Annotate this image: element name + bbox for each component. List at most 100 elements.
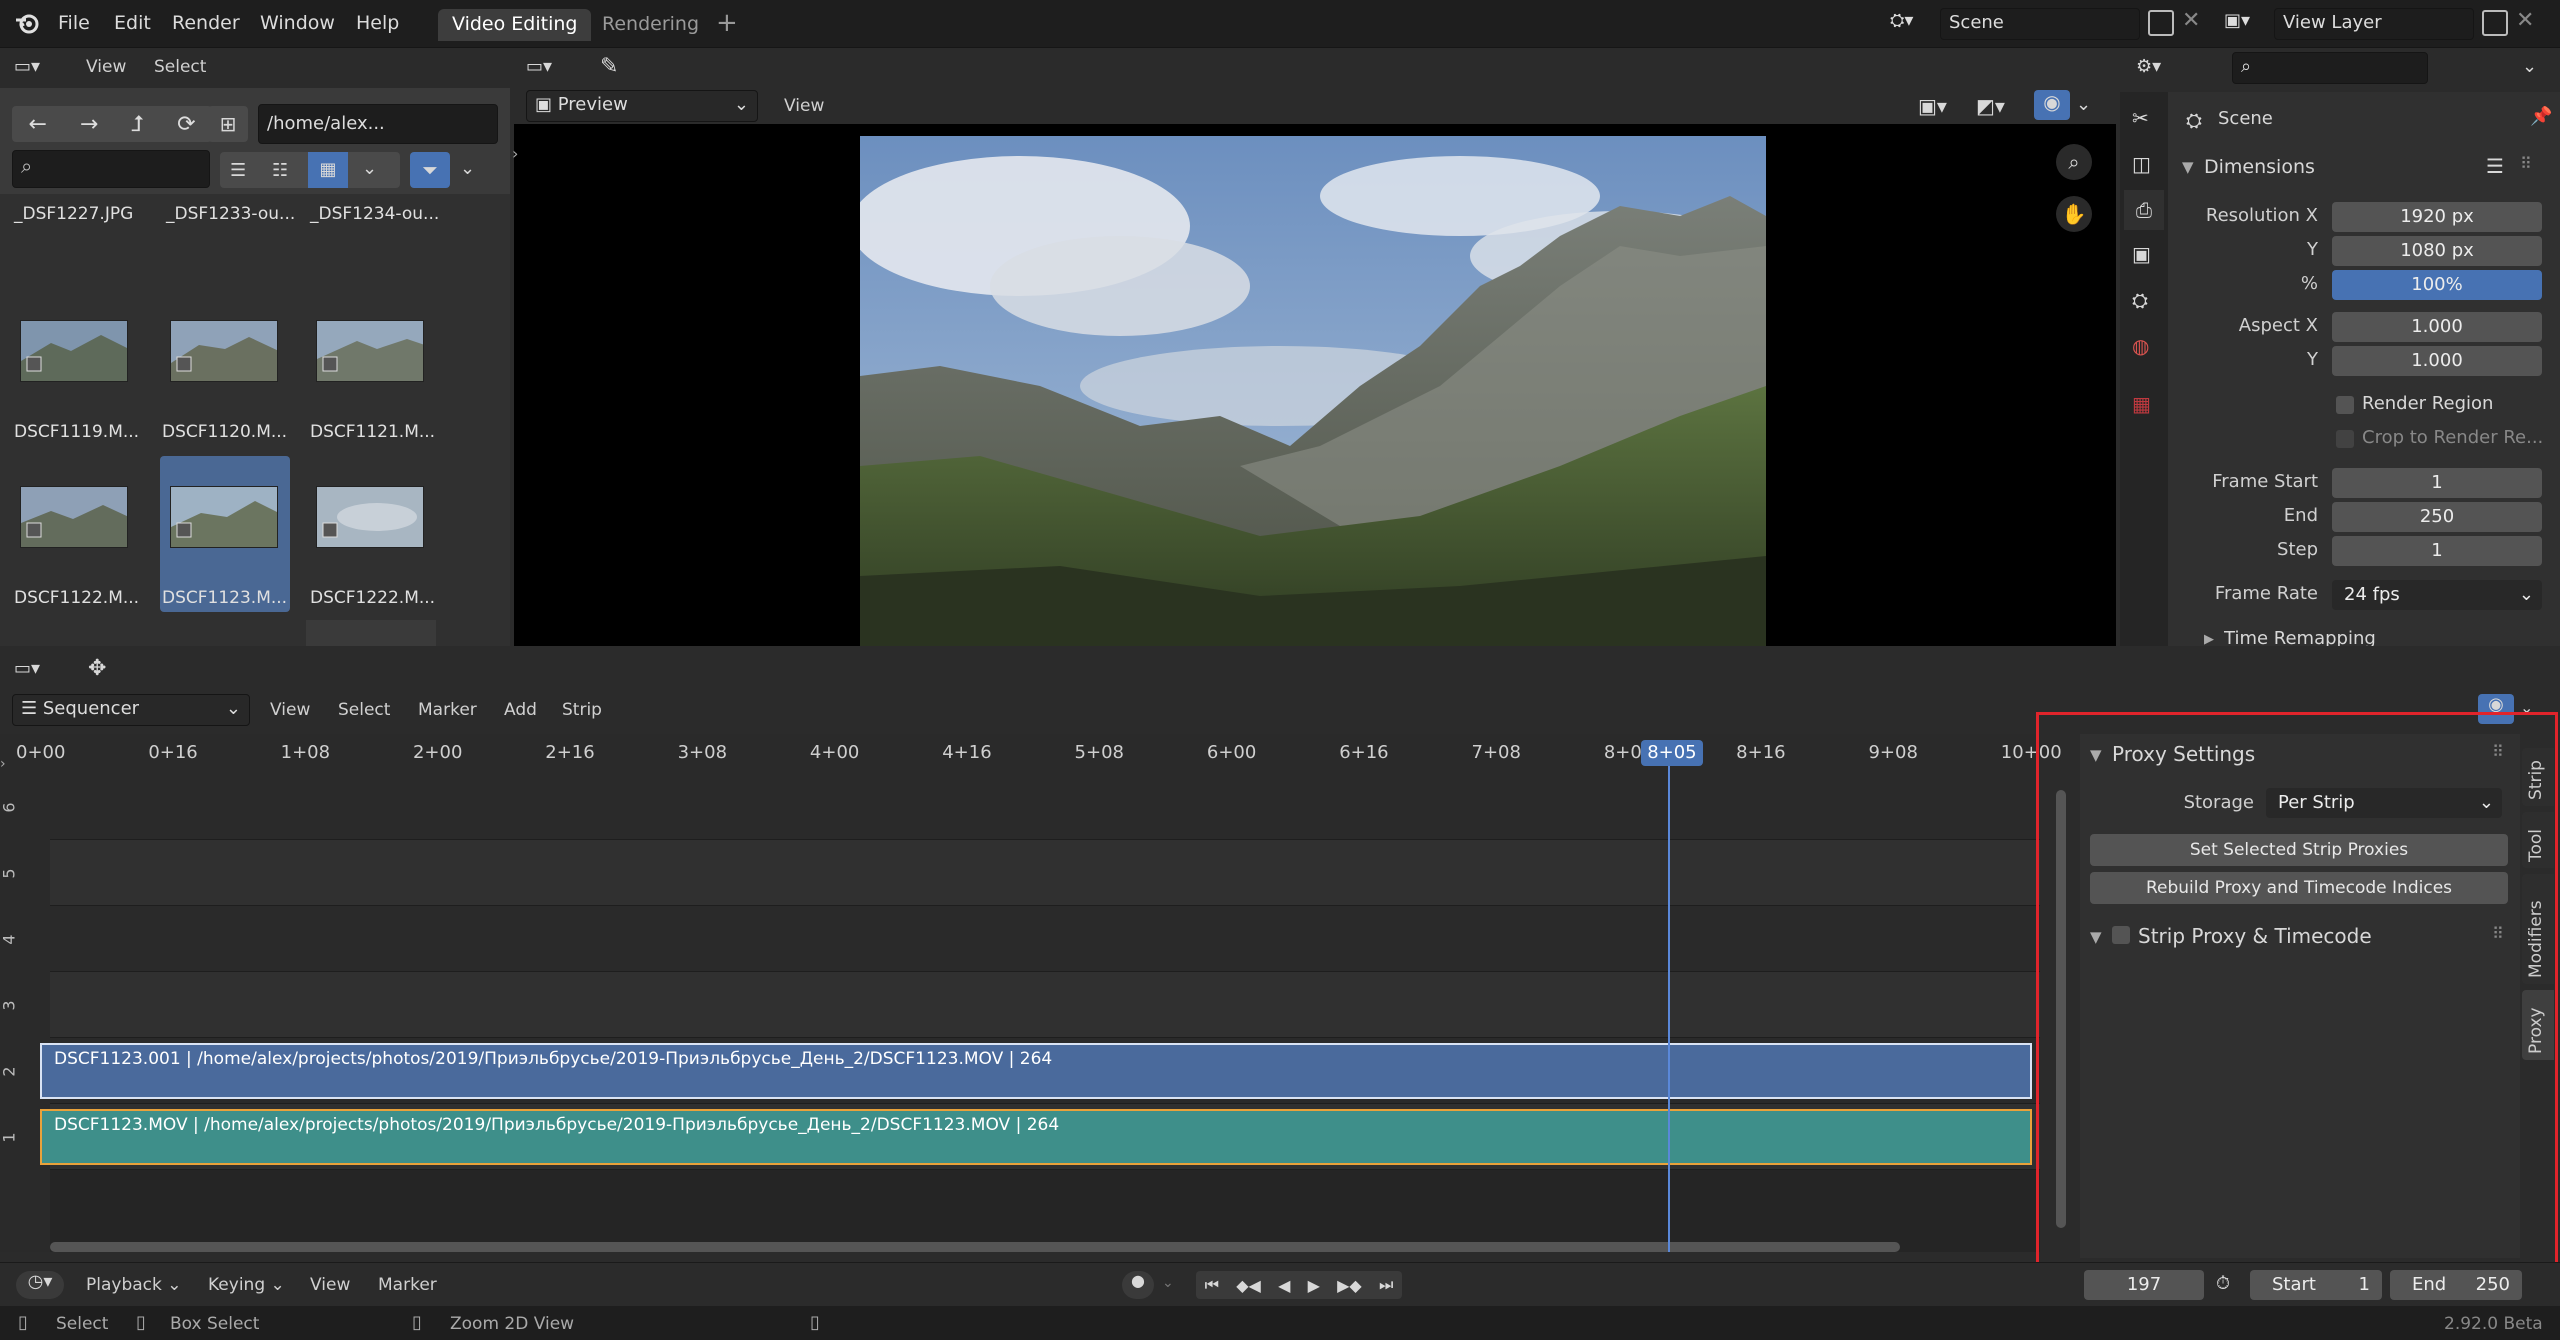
menu-file[interactable]: File bbox=[58, 12, 90, 34]
record-options-chevron-icon[interactable]: ⌄ bbox=[1162, 1275, 1174, 1291]
file-item-label[interactable]: DSCF1123.M... bbox=[162, 588, 287, 608]
new-view-layer-icon[interactable] bbox=[2482, 10, 2508, 36]
presets-icon[interactable]: ☰ bbox=[2486, 154, 2504, 178]
sidebar-toggle-icon[interactable]: › bbox=[512, 144, 518, 163]
display-settings-chevron-icon[interactable]: ⌄ bbox=[362, 158, 377, 179]
timeline-menu-marker[interactable]: Marker bbox=[378, 1275, 437, 1295]
view-layer-field[interactable]: View Layer bbox=[2274, 8, 2474, 40]
resolution-percent-field[interactable]: 100% bbox=[2332, 270, 2542, 300]
tab-video-editing[interactable]: Video Editing bbox=[438, 9, 592, 41]
toolbar-toggle-icon[interactable]: › bbox=[0, 756, 6, 772]
file-item-label[interactable]: DSCF1222.M... bbox=[310, 588, 435, 608]
menu-window[interactable]: Window bbox=[260, 12, 335, 34]
display-channels-icon[interactable]: ▣▾ bbox=[1918, 94, 1947, 118]
overlay-chevron-icon[interactable]: ⌄ bbox=[2076, 94, 2091, 115]
render-tab-icon[interactable]: ◫ bbox=[2132, 152, 2151, 176]
scene-name-field[interactable]: Scene bbox=[1940, 8, 2140, 40]
current-frame-field[interactable]: 197 bbox=[2084, 1270, 2204, 1300]
editor-type-icon[interactable]: ⚙▾ bbox=[2136, 56, 2161, 77]
properties-search-input[interactable]: ⌕ bbox=[2232, 52, 2428, 84]
preview-mode-select[interactable]: ▣ Preview ⌄ bbox=[526, 90, 758, 122]
frame-rate-select[interactable]: 24 fps ⌄ bbox=[2332, 580, 2542, 610]
play-reverse-icon[interactable]: ◀ bbox=[1278, 1276, 1290, 1295]
file-thumbnail[interactable] bbox=[20, 320, 128, 382]
playhead-line[interactable] bbox=[1668, 750, 1671, 1252]
add-workspace-button[interactable]: + bbox=[716, 8, 738, 38]
parent-directory-icon[interactable]: ⮥ bbox=[131, 112, 144, 137]
refresh-icon[interactable]: ⟳ bbox=[177, 112, 195, 137]
sequencer-strip[interactable]: DSCF1123.001 | /home/alex/projects/photo… bbox=[40, 1043, 2032, 1099]
editor-type-icon[interactable]: ▭▾ bbox=[14, 56, 40, 77]
end-frame-field[interactable]: End 250 bbox=[2390, 1270, 2522, 1300]
jump-to-keyframe-back-icon[interactable]: ◆◀ bbox=[1236, 1276, 1261, 1295]
list-horizontal-icon[interactable]: ☷ bbox=[272, 160, 288, 181]
list-vertical-icon[interactable]: ☰ bbox=[230, 160, 246, 181]
aspect-x-field[interactable]: 1.000 bbox=[2332, 312, 2542, 342]
sequencer-menu-select[interactable]: Select bbox=[338, 700, 390, 720]
file-item-label[interactable]: _DSF1227.JPG bbox=[14, 204, 133, 224]
timeline-menu-keying[interactable]: Keying ⌄ bbox=[208, 1275, 285, 1295]
file-thumbnail[interactable] bbox=[316, 320, 424, 382]
file-browser-menu-select[interactable]: Select bbox=[154, 57, 206, 77]
resolution-x-field[interactable]: 1920 px bbox=[2332, 202, 2542, 232]
scene-tab-icon[interactable]: ⛭ bbox=[2132, 288, 2148, 312]
tab-rendering[interactable]: Rendering bbox=[588, 9, 713, 41]
sequencer-menu-strip[interactable]: Strip bbox=[562, 700, 602, 720]
scopes-icon[interactable]: ◩▾ bbox=[1976, 94, 2005, 118]
sequencer-timeline[interactable] bbox=[0, 734, 2040, 1252]
view-layer-tab-icon[interactable]: ▣ bbox=[2132, 242, 2151, 266]
drag-handle-icon[interactable]: ⠿ bbox=[2520, 154, 2532, 173]
start-frame-field[interactable]: Start 1 bbox=[2250, 1270, 2382, 1300]
eyedropper-icon[interactable]: ✎ bbox=[600, 54, 618, 79]
new-scene-icon[interactable] bbox=[2148, 10, 2174, 36]
pan-hand-icon[interactable]: ✋ bbox=[2056, 196, 2092, 232]
output-tab-icon[interactable]: ⎙ bbox=[2124, 190, 2164, 230]
editor-type-icon[interactable]: ▭▾ bbox=[14, 658, 40, 679]
back-arrow-icon[interactable]: ← bbox=[28, 112, 46, 137]
new-folder-icon[interactable]: ⊞ bbox=[208, 106, 248, 142]
file-thumbnail[interactable] bbox=[316, 486, 424, 548]
blender-logo-icon[interactable] bbox=[14, 10, 40, 36]
record-button[interactable]: ● bbox=[1122, 1271, 1154, 1299]
filter-icon[interactable]: ⏷ bbox=[410, 152, 450, 188]
horizontal-scrollbar[interactable] bbox=[50, 1242, 1900, 1252]
file-thumbnail[interactable] bbox=[170, 486, 278, 548]
scene-selector-icon[interactable]: ⛭▾ bbox=[1890, 10, 1936, 38]
sequencer-menu-add[interactable]: Add bbox=[504, 700, 537, 720]
view-layer-icon[interactable]: ▣▾ bbox=[2224, 10, 2270, 38]
world-tab-icon[interactable]: ◍ bbox=[2132, 334, 2149, 358]
file-item-label[interactable]: DSCF1120.M... bbox=[162, 422, 287, 442]
pin-icon[interactable]: 📌 bbox=[2530, 106, 2552, 127]
menu-render[interactable]: Render bbox=[172, 12, 240, 34]
delete-scene-icon[interactable]: ✕ bbox=[2182, 8, 2200, 33]
playhead-frame-badge[interactable]: 8+05 bbox=[1641, 740, 1703, 766]
preview-range-stopwatch-icon[interactable]: ⏱ bbox=[2216, 1273, 2230, 1294]
zoom-icon[interactable]: ⌕ bbox=[2056, 144, 2092, 180]
crop-to-render-checkbox[interactable] bbox=[2336, 430, 2354, 448]
jump-to-start-icon[interactable]: ⏮ bbox=[1205, 1275, 1219, 1295]
timeline-editor-type-icon[interactable]: ◷▾ bbox=[16, 1271, 64, 1299]
timeline-menu-playback[interactable]: Playback ⌄ bbox=[86, 1275, 182, 1295]
file-item-label[interactable]: _DSF1234-ou... bbox=[310, 204, 439, 224]
menu-edit[interactable]: Edit bbox=[114, 12, 151, 34]
delete-view-layer-icon[interactable]: ✕ bbox=[2516, 8, 2534, 33]
time-remapping-title[interactable]: Time Remapping bbox=[2224, 628, 2376, 646]
preview-menu-view[interactable]: View bbox=[784, 96, 824, 116]
menu-help[interactable]: Help bbox=[356, 12, 399, 34]
sequencer-view-type-select[interactable]: ☰ Sequencer ⌄ bbox=[12, 694, 250, 726]
play-icon[interactable]: ▶ bbox=[1308, 1276, 1320, 1295]
jump-to-keyframe-forward-icon[interactable]: ▶◆ bbox=[1337, 1276, 1362, 1295]
frame-start-field[interactable]: 1 bbox=[2332, 468, 2542, 498]
file-browser-menu-view[interactable]: View bbox=[86, 57, 126, 77]
section-dimensions-title[interactable]: Dimensions bbox=[2204, 156, 2315, 178]
texture-tab-icon[interactable]: ▦ bbox=[2132, 392, 2151, 416]
tool-tab-icon[interactable]: ✂ bbox=[2132, 106, 2149, 130]
file-item-label[interactable]: DSCF1121.M... bbox=[310, 422, 435, 442]
sequencer-strip[interactable]: DSCF1123.MOV | /home/alex/projects/photo… bbox=[40, 1109, 2032, 1165]
render-region-checkbox[interactable] bbox=[2336, 396, 2354, 414]
overlay-toggle-icon[interactable]: ◉ bbox=[2034, 90, 2070, 120]
sequencer-menu-marker[interactable]: Marker bbox=[418, 700, 477, 720]
section-collapse-icon[interactable]: ▼ bbox=[2182, 158, 2194, 176]
path-field[interactable]: /home/alex... bbox=[258, 104, 498, 144]
file-item-label[interactable]: DSCF1119.M... bbox=[14, 422, 139, 442]
